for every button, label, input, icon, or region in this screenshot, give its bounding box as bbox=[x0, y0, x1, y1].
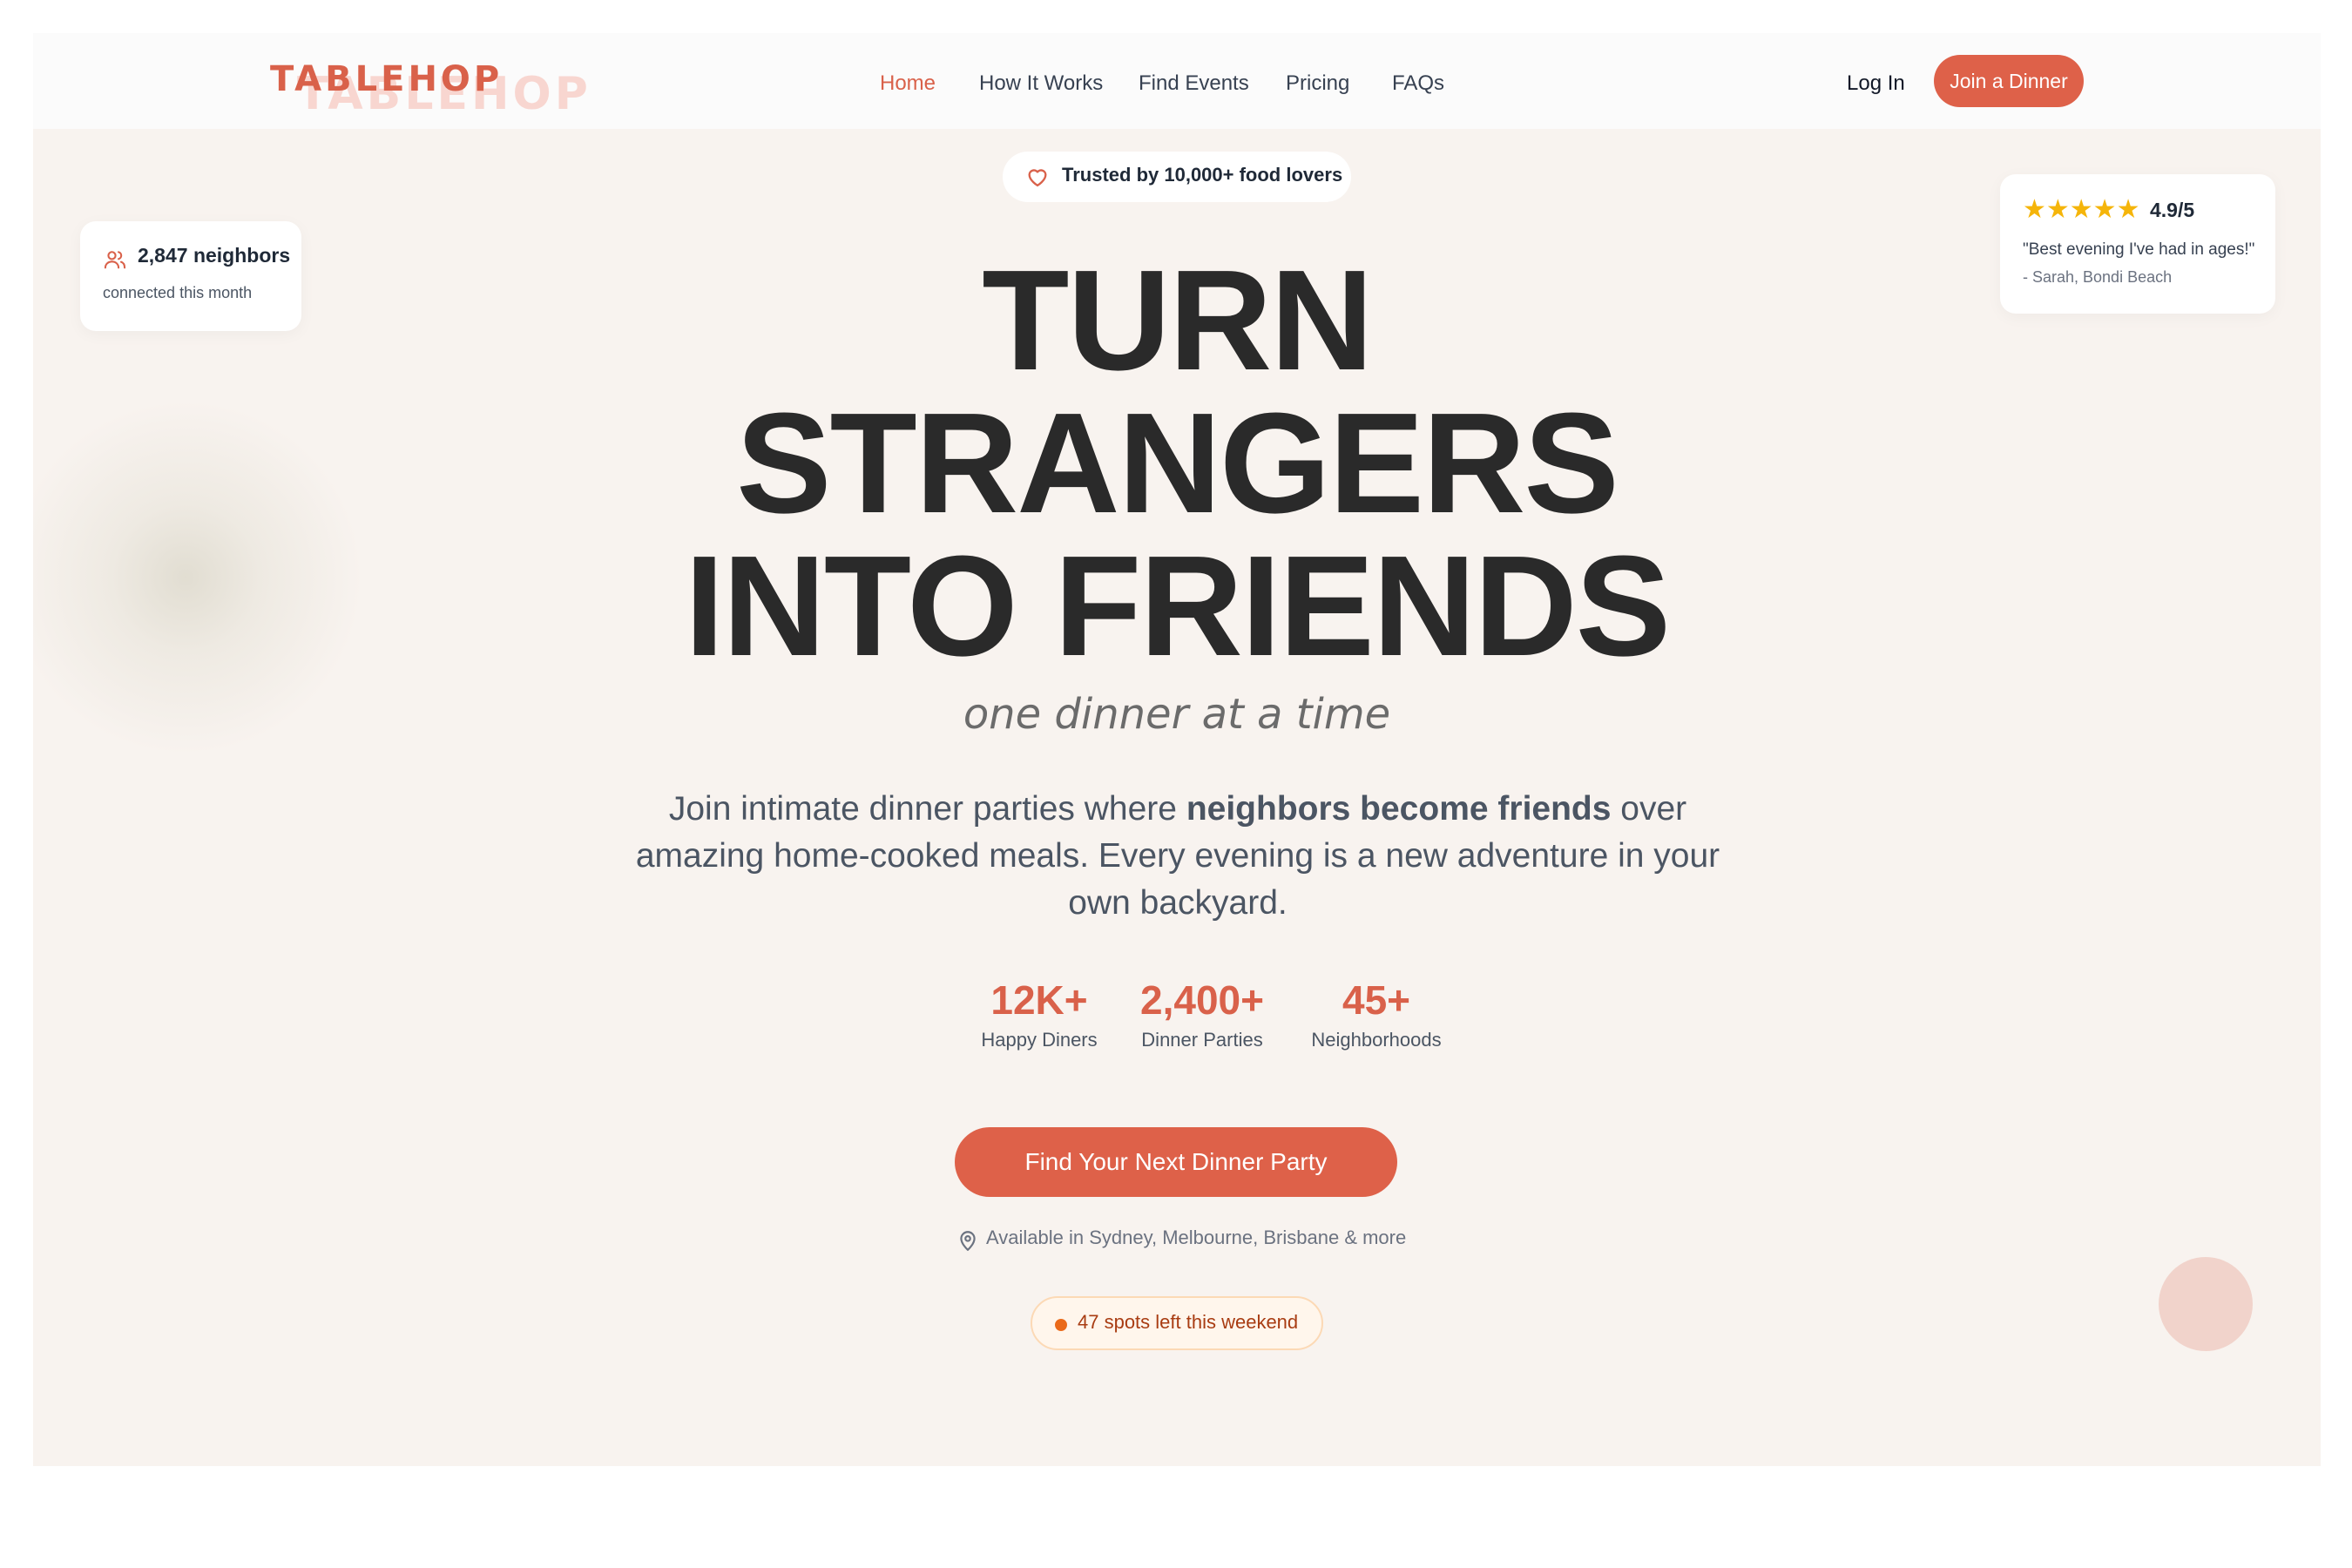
nav-how-it-works[interactable]: How It Works bbox=[979, 66, 1103, 101]
nav-home[interactable]: Home bbox=[880, 66, 936, 101]
decorative-circle bbox=[2159, 1257, 2253, 1351]
find-dinner-party-button[interactable]: Find Your Next Dinner Party bbox=[955, 1127, 1397, 1197]
hero-subhead: one dinner at a time bbox=[963, 690, 1391, 739]
page-frame: TABLEHOP TABLEHOP Home How It Works Find… bbox=[33, 33, 2321, 1466]
stat-label: Neighborhoods bbox=[1311, 1029, 1442, 1051]
join-dinner-button[interactable]: Join a Dinner bbox=[1934, 55, 2084, 107]
spots-left-text: 47 spots left this weekend bbox=[1078, 1311, 1299, 1333]
hero-headline: TURN STRANGERS INTO FRIENDS bbox=[33, 249, 2321, 678]
stat-value: 45+ bbox=[1342, 977, 1411, 1023]
description-text-start: Join intimate dinner parties where bbox=[668, 790, 1186, 828]
map-pin-icon bbox=[960, 1231, 976, 1251]
trusted-text: Trusted by 10,000+ food lovers bbox=[1062, 164, 1343, 186]
nav-faqs[interactable]: FAQs bbox=[1392, 66, 1444, 101]
headline-line-3: INTO FRIENDS bbox=[684, 526, 1671, 686]
stat-value: 12K+ bbox=[990, 977, 1088, 1023]
rating-value: 4.9/5 bbox=[2150, 199, 2195, 221]
stats-row: 12K+ Happy Diners 2,400+ Dinner Parties … bbox=[948, 976, 1470, 1063]
status-dot-icon bbox=[1055, 1319, 1067, 1331]
description-highlight: neighbors become friends bbox=[1186, 790, 1612, 828]
nav-pricing[interactable]: Pricing bbox=[1286, 66, 1349, 101]
availability-text: Available in Sydney, Melbourne, Brisbane… bbox=[986, 1227, 1407, 1248]
login-link[interactable]: Log In bbox=[1847, 66, 1905, 101]
hero-description: Join intimate dinner parties where neigh… bbox=[601, 786, 1754, 927]
stat-value: 2,400+ bbox=[1140, 977, 1264, 1023]
headline-line-1: TURN bbox=[982, 240, 1373, 400]
stat-label: Happy Diners bbox=[981, 1029, 1098, 1051]
stat-neighborhoods: 45+ Neighborhoods bbox=[1302, 976, 1450, 1056]
trusted-badge: Trusted by 10,000+ food lovers bbox=[1003, 152, 1351, 202]
star-rating-icon: ★★★★★ bbox=[2023, 195, 2140, 224]
stat-dinner-parties: 2,400+ Dinner Parties bbox=[1128, 976, 1276, 1056]
headline-line-2: STRANGERS bbox=[736, 383, 1619, 543]
nav-find-events[interactable]: Find Events bbox=[1139, 66, 1249, 101]
spots-left-badge: 47 spots left this weekend bbox=[1031, 1296, 1323, 1350]
site-header: TABLEHOP TABLEHOP Home How It Works Find… bbox=[33, 33, 2321, 129]
heart-icon bbox=[1028, 169, 1047, 187]
stat-happy-diners: 12K+ Happy Diners bbox=[974, 976, 1105, 1056]
stat-label: Dinner Parties bbox=[1141, 1029, 1263, 1051]
